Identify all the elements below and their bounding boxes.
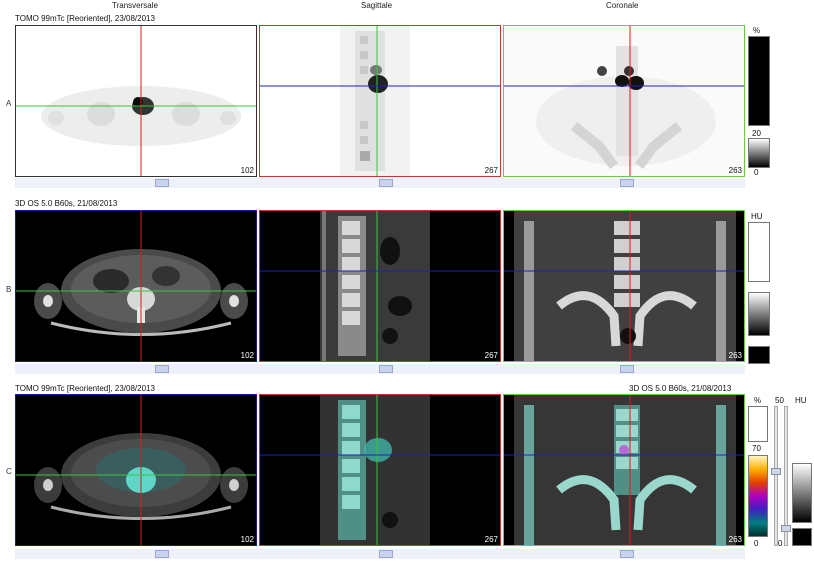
viewport-b-coronale[interactable]: 263: [503, 210, 745, 362]
viewport-c-coronale[interactable]: 263: [503, 394, 745, 546]
viewport-c-sagittale[interactable]: 267: [259, 394, 501, 546]
scroll-thumb-b-sagittale[interactable]: [379, 365, 393, 373]
viewport-a-coronale[interactable]: 263: [503, 25, 745, 177]
row-c-title-right: 3D OS 5.0 B60s, 21/08/2013: [629, 384, 732, 393]
scroll-thumb-a-sagittale[interactable]: [379, 179, 393, 187]
ct-sagittal-image: [260, 211, 500, 361]
slice-number: 102: [240, 535, 254, 544]
slice-number: 263: [728, 351, 742, 360]
viewport-c-transversale[interactable]: 102: [15, 394, 257, 546]
colorbar-c-ct-gradient: [792, 463, 812, 523]
nm-transversal-image: [16, 26, 256, 176]
row-a-title: TOMO 99mTc [Reoriented], 23/08/2013: [15, 14, 155, 23]
colorbar-b-unit: HU: [751, 212, 763, 221]
viewport-b-sagittale[interactable]: 267: [259, 210, 501, 362]
nm-window-slider-handle[interactable]: [771, 468, 781, 475]
fusion-transversal-image: [16, 395, 256, 545]
ct-coronal-image: [504, 211, 744, 361]
colorbar-a-unit: %: [753, 26, 761, 35]
colorbar-c-low: 0: [754, 539, 759, 548]
row-a-letter: A: [6, 99, 12, 108]
colorbar-c-mid: 70: [752, 444, 761, 453]
slice-number: 263: [728, 166, 742, 175]
row-b-letter: B: [6, 285, 12, 294]
slice-number: 263: [728, 535, 742, 544]
row-c-title: TOMO 99mTc [Reoriented], 23/08/2013: [15, 384, 155, 393]
slice-number: 102: [240, 166, 254, 175]
slice-number: 267: [484, 535, 498, 544]
ct-transversal-image: [16, 211, 256, 361]
header-coronale: Coronale: [606, 1, 639, 10]
scroll-thumb-a-transversale[interactable]: [155, 179, 169, 187]
slice-number: 102: [240, 351, 254, 360]
scroll-thumb-b-transversale[interactable]: [155, 365, 169, 373]
scroll-thumb-a-coronale[interactable]: [620, 179, 634, 187]
scroll-thumb-c-coronale[interactable]: [620, 550, 634, 558]
colorbar-b-lower: [748, 346, 770, 364]
nm-window-slider-track[interactable]: [774, 406, 778, 546]
scroll-thumb-c-sagittale[interactable]: [379, 550, 393, 558]
scroll-thumb-b-coronale[interactable]: [620, 365, 634, 373]
nm-coronal-image: [504, 26, 744, 176]
nm-sagittal-image: [260, 26, 500, 176]
viewport-a-sagittale[interactable]: 267: [259, 25, 501, 177]
colorbar-a-upper[interactable]: [748, 36, 770, 126]
fusion-coronal-image: [504, 395, 744, 545]
row-c-letter: C: [6, 467, 12, 476]
colorbar-a-low: 0: [754, 168, 759, 177]
colorbar-c-ct-unit: HU: [795, 396, 807, 405]
colorbar-c-unit: %: [754, 396, 762, 405]
header-transversale: Transversale: [112, 1, 158, 10]
row-b-title: 3D OS 5.0 B60s, 21/08/2013: [15, 199, 118, 208]
viewport-b-transversale[interactable]: 102: [15, 210, 257, 362]
ct-window-slider-handle[interactable]: [781, 525, 791, 532]
colorbar-b-upper[interactable]: [748, 222, 770, 282]
scroll-thumb-c-transversale[interactable]: [155, 550, 169, 558]
viewport-a-transversale[interactable]: 102: [15, 25, 257, 177]
colorbar-c-upper[interactable]: [748, 406, 768, 442]
fusion-sagittal-image: [260, 395, 500, 545]
colorbar-c-ct-lower: [792, 528, 812, 546]
slice-number: 267: [484, 166, 498, 175]
colorbar-c-ct-low: 0: [778, 539, 783, 548]
colorbar-c-top: 50: [775, 396, 784, 405]
slice-number: 267: [484, 351, 498, 360]
header-sagittale: Sagittale: [361, 1, 393, 10]
colorbar-a-gradient: [748, 138, 770, 168]
colorbar-a-mid: 20: [752, 129, 761, 138]
colorbar-c-gradient: [748, 455, 768, 537]
colorbar-b-gradient: [748, 292, 770, 336]
